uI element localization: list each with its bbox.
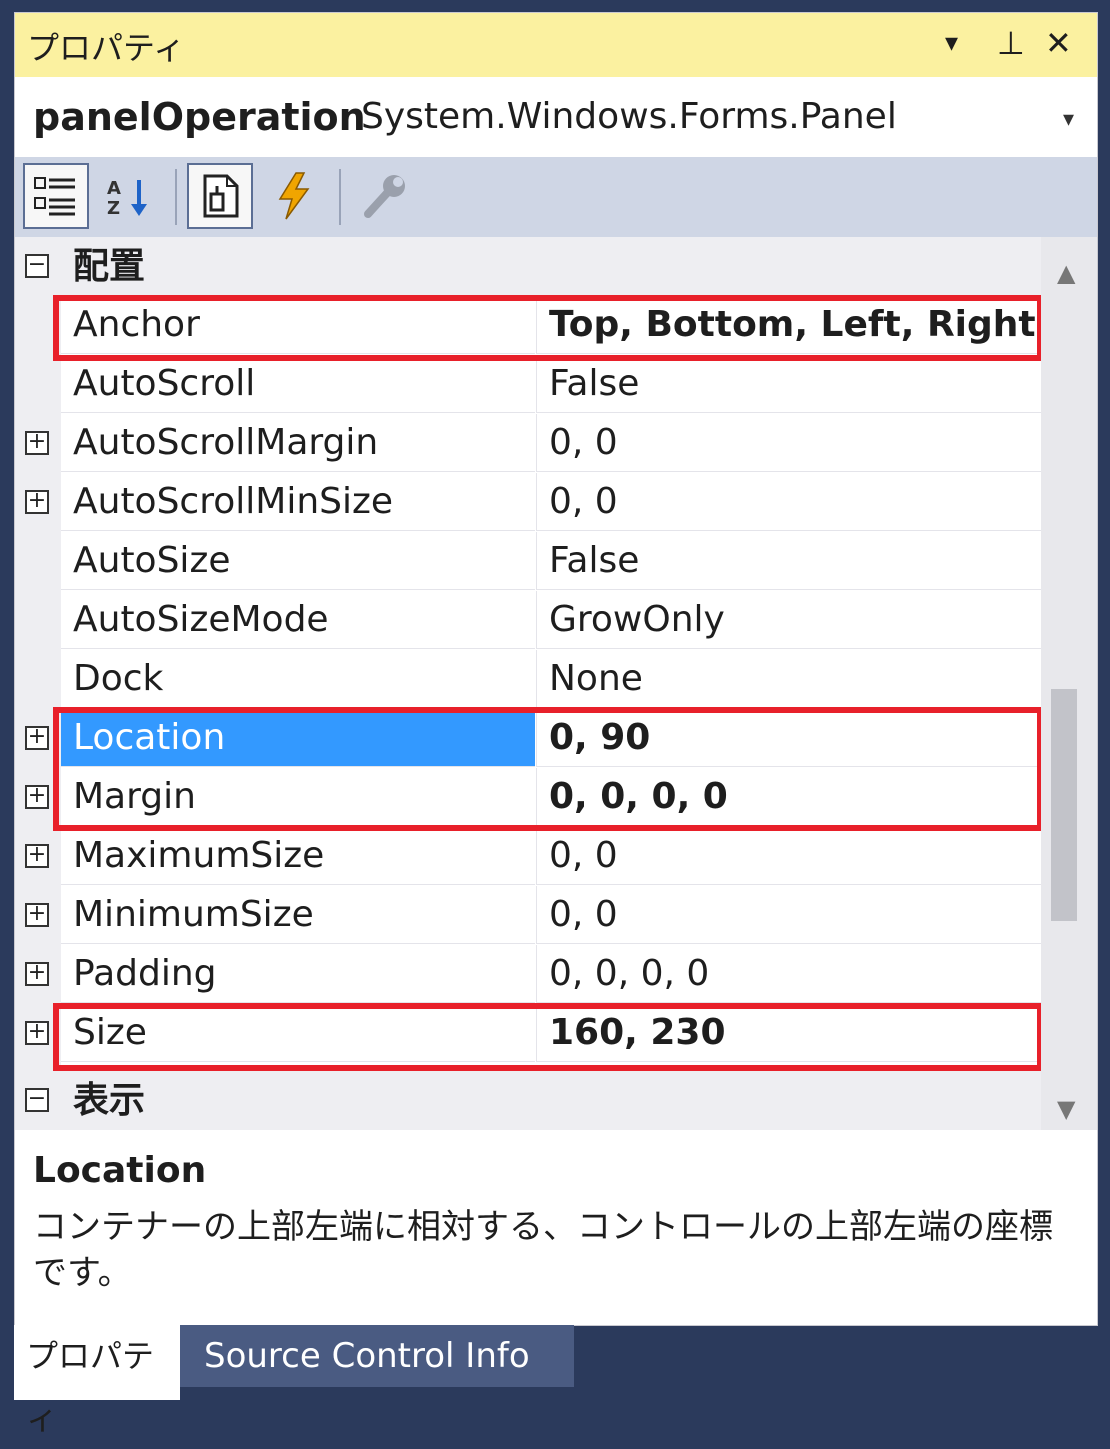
scrollbar-thumb[interactable]: [1051, 689, 1077, 921]
object-type: System.Windows.Forms.Panel: [361, 96, 897, 137]
close-icon[interactable]: ✕: [1045, 23, 1072, 63]
collapse-icon[interactable]: −: [25, 254, 49, 278]
description-text: コンテナーの上部左端に相対する、コントロールの上部左端の座標です。: [33, 1207, 1053, 1293]
highlight-box-location-margin: [53, 707, 1041, 831]
alphabetical-icon: A Z: [107, 178, 147, 218]
description-title: Location: [33, 1150, 207, 1191]
expand-icon[interactable]: +: [25, 785, 49, 809]
property-row-minimumsize[interactable]: + MinimumSize 0, 0: [15, 886, 1041, 945]
category-label: 表示: [73, 1080, 146, 1121]
tab-properties[interactable]: プロパティ: [14, 1325, 180, 1437]
property-row-autoscrollminsize[interactable]: + AutoScrollMinSize 0, 0: [15, 473, 1041, 532]
property-row-autoscroll[interactable]: AutoScroll False: [15, 355, 1041, 414]
property-name: MaximumSize: [61, 827, 535, 885]
expand-icon[interactable]: +: [25, 490, 49, 514]
chevron-down-icon[interactable]: ▾: [1063, 107, 1074, 132]
title-bar: プロパティ ▾ ⊥ ✕: [15, 13, 1097, 77]
svg-text:A: A: [107, 178, 121, 199]
pin-icon[interactable]: ⊥: [997, 23, 1025, 63]
category-appearance[interactable]: − 表示: [15, 1071, 1041, 1130]
toolbar: A Z: [15, 157, 1097, 237]
highlight-box-size: [53, 1003, 1041, 1071]
property-value[interactable]: 0, 0: [536, 827, 1041, 885]
collapse-icon[interactable]: −: [25, 1088, 49, 1112]
property-name: Dock: [61, 650, 535, 708]
property-value[interactable]: 0, 0: [536, 414, 1041, 472]
events-icon: [278, 172, 310, 220]
property-name: Padding: [61, 945, 535, 1003]
property-row-dock[interactable]: Dock None: [15, 650, 1041, 709]
object-selector[interactable]: panelOperation System.Windows.Forms.Pane…: [15, 77, 1097, 157]
property-name: MinimumSize: [61, 886, 535, 944]
property-value[interactable]: 0, 0: [536, 473, 1041, 531]
property-pages-button[interactable]: [351, 163, 417, 229]
scroll-up-icon[interactable]: ▲: [1057, 259, 1075, 287]
window-title: プロパティ: [27, 29, 186, 67]
property-grid: − 配置 Anchor Top, Bottom, Left, Right Aut…: [15, 237, 1041, 1130]
expand-icon[interactable]: +: [25, 726, 49, 750]
category-label: 配置: [73, 246, 146, 287]
expand-icon[interactable]: +: [25, 431, 49, 455]
properties-icon: [203, 174, 239, 218]
property-name: AutoScrollMinSize: [61, 473, 535, 531]
expand-icon[interactable]: +: [25, 962, 49, 986]
scroll-down-icon[interactable]: ▼: [1057, 1095, 1075, 1123]
expand-icon[interactable]: +: [25, 844, 49, 868]
wrench-icon: [364, 175, 405, 218]
bottom-tabs: プロパティ Source Control Info: [0, 1325, 1110, 1437]
property-name: AutoSize: [61, 532, 535, 590]
property-row-padding[interactable]: + Padding 0, 0, 0, 0: [15, 945, 1041, 1004]
property-value[interactable]: False: [536, 532, 1041, 590]
property-name: AutoSizeMode: [61, 591, 535, 649]
toolbar-separator: [175, 169, 177, 225]
events-button[interactable]: [261, 163, 327, 229]
property-value[interactable]: 0, 0: [536, 886, 1041, 944]
property-row-autoscrollmargin[interactable]: + AutoScrollMargin 0, 0: [15, 414, 1041, 473]
property-row-autosizemode[interactable]: AutoSizeMode GrowOnly: [15, 591, 1041, 650]
expand-icon[interactable]: +: [25, 1021, 49, 1045]
description-panel: Location コンテナーの上部左端に相対する、コントロールの上部左端の座標で…: [15, 1130, 1097, 1325]
toolbar-separator: [339, 169, 341, 225]
property-value[interactable]: False: [536, 355, 1041, 413]
vertical-scrollbar[interactable]: ▲ ▼: [1041, 237, 1097, 1130]
object-name: panelOperation: [33, 95, 366, 139]
property-row-autosize[interactable]: AutoSize False: [15, 532, 1041, 591]
svg-text:Z: Z: [107, 198, 120, 218]
category-layout[interactable]: − 配置: [15, 237, 1041, 296]
alphabetical-button[interactable]: A Z: [95, 163, 161, 229]
window-dropdown-icon[interactable]: ▾: [945, 23, 958, 63]
property-name: AutoScroll: [61, 355, 535, 413]
properties-window: プロパティ ▾ ⊥ ✕ panelOperation System.Window…: [14, 12, 1098, 1326]
property-name: AutoScrollMargin: [61, 414, 535, 472]
categorized-icon: [34, 177, 75, 216]
properties-button[interactable]: [187, 163, 253, 229]
property-value[interactable]: 0, 0, 0, 0: [536, 945, 1041, 1003]
property-row-maximumsize[interactable]: + MaximumSize 0, 0: [15, 827, 1041, 886]
categorized-button[interactable]: [23, 163, 89, 229]
expand-icon[interactable]: +: [25, 903, 49, 927]
tab-source-control-info[interactable]: Source Control Info: [180, 1325, 574, 1387]
property-value[interactable]: None: [536, 650, 1041, 708]
property-value[interactable]: GrowOnly: [536, 591, 1041, 649]
highlight-box-anchor: [53, 295, 1041, 361]
